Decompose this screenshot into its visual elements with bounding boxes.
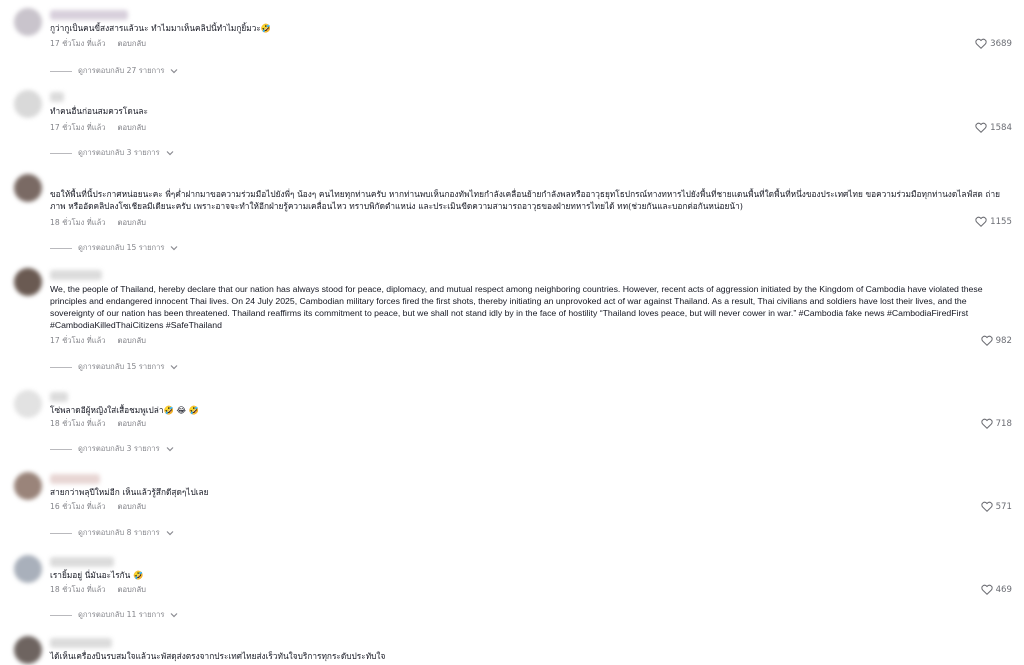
like-button[interactable]: 469 — [980, 584, 1012, 595]
chevron-down-icon — [170, 245, 178, 251]
like-count: 982 — [995, 335, 1012, 346]
username-blurred[interactable] — [50, 474, 100, 484]
comment-time: 17 ชั่วโมง ที่แล้ว — [50, 39, 106, 48]
reply-button[interactable]: ตอบกลับ — [118, 585, 146, 594]
heart-outline-icon — [980, 584, 993, 595]
like-count: 1155 — [990, 216, 1012, 227]
divider-line — [50, 614, 72, 616]
chevron-down-icon — [170, 68, 178, 74]
comment-text: ขอให้พื้นที่นี้ประกาศหน่อยนะคะ พี่ๆค่ำฝา… — [50, 189, 1000, 211]
like-count: 571 — [995, 501, 1012, 512]
comment-text: โซ่พลาดอีผู้หญิงใส่เสื้อชมพูเปล่า🤣 😂 🤣 — [50, 405, 200, 415]
like-button[interactable]: 718 — [980, 418, 1012, 429]
username-blurred[interactable] — [50, 92, 64, 102]
comment-meta: 17 ชั่วโมง ที่แล้ว ตอบกลับ — [50, 122, 146, 134]
view-replies-button[interactable]: ดูการตอบกลับ 27 รายการ — [50, 65, 178, 77]
reply-button[interactable]: ตอบกลับ — [118, 336, 146, 345]
view-replies-label: ดูการตอบกลับ 27 รายการ — [78, 66, 165, 75]
comment-time: 17 ชั่วโมง ที่แล้ว — [50, 123, 106, 132]
view-replies-button[interactable]: ดูการตอบกลับ 3 รายการ — [50, 147, 174, 159]
heart-outline-icon — [980, 501, 993, 512]
avatar[interactable] — [14, 174, 42, 202]
divider-line — [50, 366, 72, 368]
reply-button[interactable]: ตอบกลับ — [118, 419, 146, 428]
avatar[interactable] — [14, 90, 42, 118]
comment-text: กูว่ากูเป็นคนขี้สงสารแล้วนะ ทำไมมาเห็นคล… — [50, 23, 272, 33]
heart-outline-icon — [975, 216, 987, 227]
view-replies-label: ดูการตอบกลับ 15 รายการ — [78, 362, 165, 371]
comment-list: กูว่ากูเป็นคนขี้สงสารแล้วนะ ทำไมมาเห็นคล… — [0, 0, 1024, 665]
username-blurred[interactable] — [50, 557, 114, 567]
chevron-down-icon — [170, 364, 178, 370]
chevron-down-icon — [166, 446, 174, 452]
avatar[interactable] — [14, 268, 42, 296]
comment-meta: 16 ชั่วโมง ที่แล้ว ตอบกลับ — [50, 501, 146, 513]
like-count: 718 — [995, 418, 1012, 429]
like-button[interactable]: 1155 — [975, 216, 1012, 227]
username-blurred[interactable] — [50, 270, 102, 280]
comment-text: สายกว่าพลุปีใหม่อีก เห็นแล้วรู้สึกดีสุดๆ… — [50, 487, 209, 497]
comment-time: 17 ชั่วโมง ที่แล้ว — [50, 336, 106, 345]
divider-line — [50, 152, 72, 154]
heart-outline-icon — [975, 122, 987, 133]
comment-time: 16 ชั่วโมง ที่แล้ว — [50, 502, 106, 511]
username-blurred[interactable] — [50, 638, 112, 648]
username-blurred[interactable] — [50, 10, 128, 20]
like-button[interactable]: 982 — [980, 335, 1012, 346]
avatar[interactable] — [14, 8, 42, 36]
comment-time: 18 ชั่วโมง ที่แล้ว — [50, 419, 106, 428]
comment-meta: 17 ชั่วโมง ที่แล้ว ตอบกลับ — [50, 335, 146, 347]
chevron-down-icon — [166, 530, 174, 536]
like-count: 3689 — [990, 38, 1012, 49]
like-button[interactable]: 1584 — [975, 122, 1012, 133]
chevron-down-icon — [166, 150, 174, 156]
heart-outline-icon — [980, 335, 993, 346]
like-button[interactable]: 571 — [980, 501, 1012, 512]
view-replies-button[interactable]: ดูการตอบกลับ 15 รายการ — [50, 361, 178, 373]
heart-outline-icon — [980, 418, 993, 429]
view-replies-label: ดูการตอบกลับ 15 รายการ — [78, 243, 165, 252]
reply-button[interactable]: ตอบกลับ — [118, 502, 146, 511]
avatar[interactable] — [14, 472, 42, 500]
divider-line — [50, 448, 72, 450]
chevron-down-icon — [170, 612, 178, 618]
divider-line — [50, 70, 72, 72]
comment-meta: 18 ชั่วโมง ที่แล้ว ตอบกลับ — [50, 217, 146, 229]
comment-text: ได้เห็นเครื่องบินรบสมใจแล้วนะพัสดุส่งตรง… — [50, 651, 386, 661]
view-replies-label: ดูการตอบกลับ 8 รายการ — [78, 528, 160, 537]
divider-line — [50, 247, 72, 249]
like-count: 1584 — [990, 122, 1012, 133]
reply-button[interactable]: ตอบกลับ — [118, 39, 146, 48]
comment-meta: 18 ชั่วโมง ที่แล้ว ตอบกลับ — [50, 418, 146, 430]
avatar[interactable] — [14, 555, 42, 583]
view-replies-button[interactable]: ดูการตอบกลับ 15 รายการ — [50, 242, 178, 254]
view-replies-button[interactable]: ดูการตอบกลับ 8 รายการ — [50, 527, 174, 539]
view-replies-label: ดูการตอบกลับ 11 รายการ — [78, 610, 165, 619]
reply-button[interactable]: ตอบกลับ — [118, 218, 146, 227]
username-blurred[interactable] — [50, 392, 68, 402]
like-button[interactable]: 3689 — [975, 38, 1012, 49]
comment-meta: 18 ชั่วโมง ที่แล้ว ตอบกลับ — [50, 584, 146, 596]
divider-line — [50, 532, 72, 534]
view-replies-button[interactable]: ดูการตอบกลับ 11 รายการ — [50, 609, 178, 621]
avatar[interactable] — [14, 390, 42, 418]
comment-time: 18 ชั่วโมง ที่แล้ว — [50, 585, 106, 594]
heart-outline-icon — [975, 38, 987, 49]
view-replies-button[interactable]: ดูการตอบกลับ 3 รายการ — [50, 443, 174, 455]
comment-text: เรายิ้มอยู่ นี่มันอะไรกัน 🤣 — [50, 570, 144, 580]
view-replies-label: ดูการตอบกลับ 3 รายการ — [78, 444, 160, 453]
reply-button[interactable]: ตอบกลับ — [118, 123, 146, 132]
comment-text: ทำคนอื่นก่อนสมควรโดนละ — [50, 106, 148, 116]
comment-text: We, the people of Thailand, hereby decla… — [50, 284, 983, 330]
like-count: 469 — [995, 584, 1012, 595]
view-replies-label: ดูการตอบกลับ 3 รายการ — [78, 148, 160, 157]
comment-time: 18 ชั่วโมง ที่แล้ว — [50, 218, 106, 227]
avatar[interactable] — [14, 636, 42, 664]
comment-meta: 17 ชั่วโมง ที่แล้ว ตอบกลับ — [50, 38, 146, 50]
